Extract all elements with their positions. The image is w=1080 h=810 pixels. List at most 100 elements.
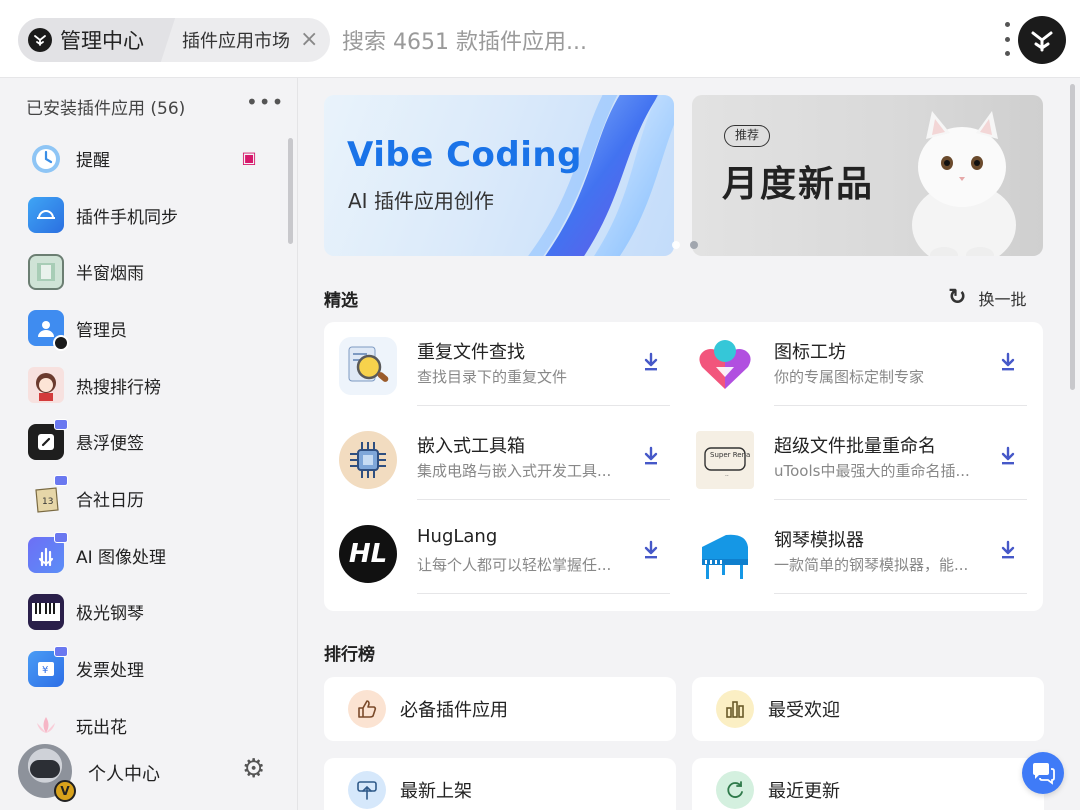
refresh-icon: ↻ bbox=[948, 285, 967, 310]
vibe-coding-title: Vibe Coding bbox=[347, 135, 582, 175]
featured-item-super-renamer[interactable]: Super Renamer -- 超级文件批量重命名 uTools中最强大的重命名… bbox=[681, 416, 1041, 510]
sidebar-item-reminder[interactable]: 提醒 ▣ bbox=[0, 130, 290, 187]
installed-list: 提醒 ▣ 插件手机同步 半窗烟雨 管理员 热搜排行榜 悬浮便签 13 合社日历 … bbox=[0, 130, 290, 754]
super-renamer-icon: Super Renamer -- bbox=[696, 431, 754, 489]
sidebar-item-aurora-piano[interactable]: 极光钢琴 bbox=[0, 584, 290, 641]
close-icon[interactable]: × bbox=[300, 29, 318, 51]
sidebar-item-label: 发票处理 bbox=[76, 661, 144, 682]
main-scrollbar[interactable] bbox=[1070, 84, 1075, 390]
breadcrumb-home[interactable]: 管理中心 bbox=[18, 18, 158, 62]
svg-text:13: 13 bbox=[42, 497, 53, 507]
featured-item-desc: 集成电路与嵌入式开发工具... bbox=[417, 462, 612, 480]
divider bbox=[417, 593, 670, 594]
sidebar-item-label: 悬浮便签 bbox=[76, 434, 144, 455]
search-input[interactable]: 搜索 4651 款插件应用... bbox=[342, 24, 587, 56]
installed-header: 已安装插件应用 (56) bbox=[26, 99, 186, 119]
monthly-new-banner[interactable]: 推荐 月度新品 bbox=[692, 95, 1043, 256]
download-icon[interactable] bbox=[999, 352, 1017, 372]
sidebar-item-calendar[interactable]: 13 合社日历 bbox=[0, 470, 290, 527]
avatar-face bbox=[30, 760, 60, 778]
ranking-title: 排行榜 bbox=[324, 645, 375, 665]
huglang-logo-text: HL bbox=[348, 539, 388, 569]
duplicate-file-search-icon bbox=[339, 337, 397, 395]
sidebar-item-admin[interactable]: 管理员 bbox=[0, 300, 290, 357]
main-content: Vibe Coding AI 插件应用创作 推荐 月度新品 精选 ↻ 换一批 重… bbox=[298, 78, 1080, 810]
refresh-label: 换一批 bbox=[978, 290, 1027, 309]
featured-item-name: 钢琴模拟器 bbox=[774, 530, 864, 551]
top-bar: 管理中心 插件应用市场 × 搜索 4651 款插件应用... bbox=[0, 0, 1080, 78]
badge-icon bbox=[54, 645, 68, 657]
featured-item-desc: 你的专属图标定制专家 bbox=[774, 368, 925, 386]
badge-icon bbox=[54, 418, 68, 430]
utools-logo-icon[interactable] bbox=[1018, 16, 1066, 64]
recommend-tag: 推荐 bbox=[724, 125, 771, 147]
svg-text:--: -- bbox=[725, 473, 729, 479]
avatar[interactable]: V bbox=[18, 744, 76, 802]
divider bbox=[417, 499, 670, 500]
divider bbox=[774, 499, 1027, 500]
monthly-new-title: 月度新品 bbox=[722, 164, 875, 205]
piano-keys-icon bbox=[28, 593, 64, 630]
rank-newest[interactable]: 最新上架 bbox=[324, 758, 676, 810]
sync-icon bbox=[28, 197, 64, 234]
sidebar-item-label: 热搜排行榜 bbox=[76, 377, 161, 398]
vibe-coding-banner[interactable]: Vibe Coding AI 插件应用创作 bbox=[324, 95, 674, 256]
sidebar-item-floating-note[interactable]: 悬浮便签 bbox=[0, 413, 290, 470]
sidebar-item-half-window[interactable]: 半窗烟雨 bbox=[0, 243, 290, 300]
sidebar-item-phone-sync[interactable]: 插件手机同步 bbox=[0, 187, 290, 244]
featured-title: 精选 bbox=[324, 291, 358, 311]
calendar-icon: 13 bbox=[28, 475, 68, 516]
tab-plugin-market[interactable]: 插件应用市场 × bbox=[158, 27, 330, 53]
featured-card: 重复文件查找 查找目录下的重复文件 图标工坊 你的专属图标定制专家 嵌入式工具箱… bbox=[324, 322, 1043, 611]
carousel-dot[interactable] bbox=[672, 241, 680, 249]
divider bbox=[774, 593, 1027, 594]
hand-sign-icon bbox=[28, 532, 68, 574]
download-icon[interactable] bbox=[642, 540, 660, 560]
featured-item-name: 超级文件批量重命名 bbox=[774, 436, 936, 457]
chip-icon: ▣ bbox=[241, 148, 257, 167]
sidebar-item-label: 管理员 bbox=[76, 320, 127, 341]
upload-icon bbox=[348, 771, 386, 809]
featured-item-embedded-toolbox[interactable]: 嵌入式工具箱 集成电路与嵌入式开发工具... bbox=[324, 416, 684, 510]
personal-center[interactable]: V 个人中心 ⚙ bbox=[0, 738, 298, 810]
wave-art-icon bbox=[527, 95, 674, 256]
badge-icon bbox=[54, 475, 68, 487]
sidebar: 已安装插件应用 (56) ••• 提醒 ▣ 插件手机同步 半窗烟雨 管理员 热搜… bbox=[0, 78, 298, 810]
rank-popular[interactable]: 最受欢迎 bbox=[692, 677, 1044, 741]
chat-bubble-icon[interactable] bbox=[1022, 752, 1064, 794]
refresh-button[interactable]: ↻ 换一批 bbox=[948, 286, 1026, 310]
more-menu-icon[interactable] bbox=[1000, 22, 1014, 56]
sidebar-item-ai-image[interactable]: AI 图像处理 bbox=[0, 527, 290, 584]
carousel-dots[interactable] bbox=[672, 241, 698, 249]
invoice-yen-icon: ¥ bbox=[28, 645, 68, 687]
gear-icon[interactable]: ⚙ bbox=[242, 756, 265, 782]
sidebar-item-label: 玩出花 bbox=[76, 717, 127, 738]
rank-recently-updated[interactable]: 最近更新 bbox=[692, 758, 1044, 810]
download-icon[interactable] bbox=[642, 352, 660, 372]
featured-item-name: HugLang bbox=[417, 526, 498, 547]
sidebar-item-label: AI 图像处理 bbox=[76, 547, 167, 568]
rank-label: 必备插件应用 bbox=[400, 700, 508, 721]
download-icon[interactable] bbox=[999, 540, 1017, 560]
sidebar-item-invoice[interactable]: ¥ 发票处理 bbox=[0, 640, 290, 697]
rank-label: 最受欢迎 bbox=[768, 700, 840, 721]
huglang-icon: HL bbox=[339, 525, 397, 583]
carousel-dot[interactable] bbox=[690, 241, 698, 249]
sidebar-item-hot-search[interactable]: 热搜排行榜 bbox=[0, 357, 290, 414]
more-icon[interactable]: ••• bbox=[246, 92, 284, 112]
vip-badge-icon: V bbox=[54, 780, 76, 802]
thumbs-up-icon bbox=[348, 690, 386, 728]
featured-item-icon-workshop[interactable]: 图标工坊 你的专属图标定制专家 bbox=[681, 322, 1041, 416]
anime-girl-icon bbox=[28, 367, 64, 404]
download-icon[interactable] bbox=[642, 446, 660, 466]
vibe-coding-subtitle: AI 插件应用创作 bbox=[348, 189, 494, 213]
featured-item-piano-simulator[interactable]: 钢琴模拟器 一款简单的钢琴模拟器，能... bbox=[681, 510, 1041, 604]
rank-essential[interactable]: 必备插件应用 bbox=[324, 677, 676, 741]
rank-label: 最新上架 bbox=[400, 781, 472, 802]
download-icon[interactable] bbox=[999, 446, 1017, 466]
featured-item-duplicate-finder[interactable]: 重复文件查找 查找目录下的重复文件 bbox=[324, 322, 684, 416]
admin-user-icon bbox=[28, 310, 69, 352]
featured-item-huglang[interactable]: HL HugLang 让每个人都可以轻松掌握任... bbox=[324, 510, 684, 604]
super-renamer-logo-text: Super Renamer bbox=[710, 451, 751, 459]
badge-icon bbox=[54, 532, 68, 544]
